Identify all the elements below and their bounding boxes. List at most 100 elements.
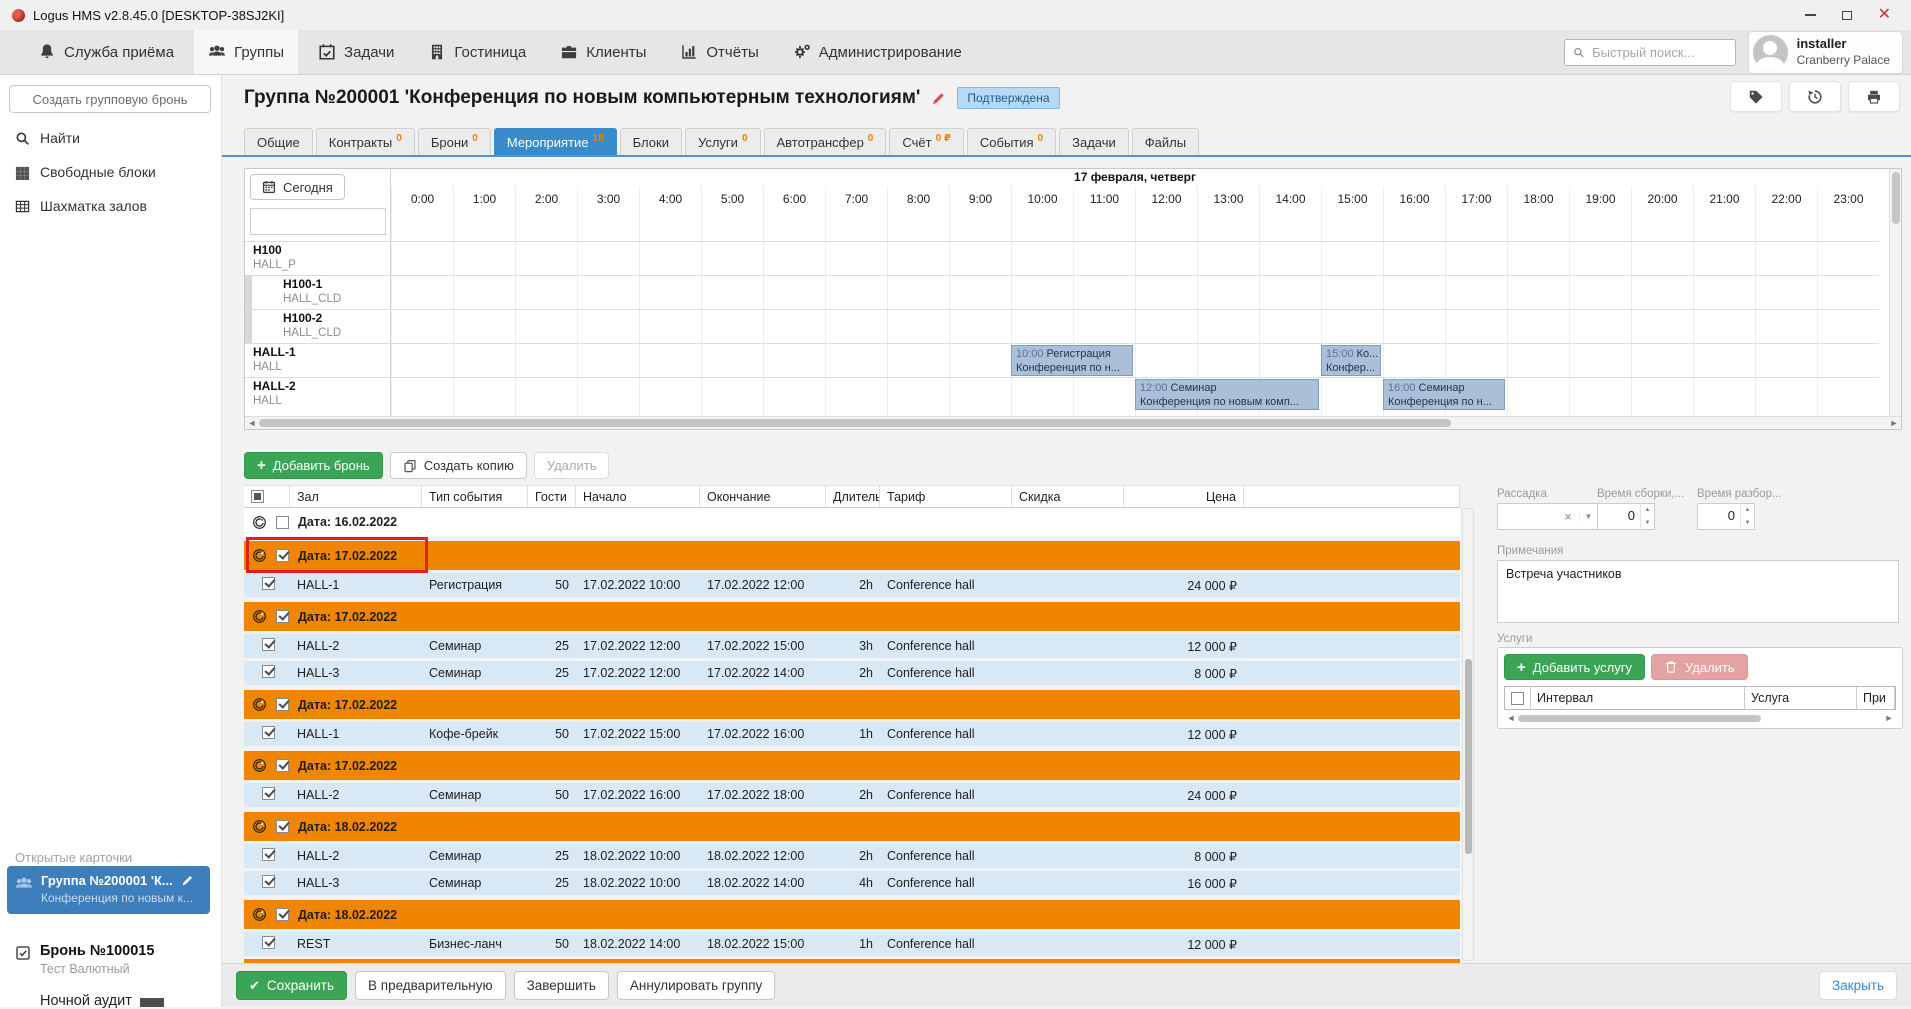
scrollbar-thumb[interactable] (1518, 715, 1761, 722)
timeline-filter-input[interactable] (250, 208, 386, 235)
user-card[interactable]: installer Cranberry Palace (1748, 31, 1903, 74)
delete-service-button[interactable]: Удалить (1651, 654, 1748, 680)
tab-10[interactable]: Задачи (1059, 128, 1129, 156)
timeline-event-block[interactable]: 10:00РегистрацияКонференция по н... (1011, 345, 1133, 376)
date-group-row[interactable]: Дата: 17.02.2022 (244, 751, 1460, 780)
save-button[interactable]: ✔ Сохранить (236, 971, 347, 1000)
date-group-checkbox[interactable] (276, 516, 289, 529)
notes-field[interactable]: Встреча участников (1497, 560, 1899, 623)
booking-checkbox[interactable] (262, 665, 275, 678)
date-group-checkbox[interactable] (276, 759, 289, 772)
minimize-button[interactable] (1805, 14, 1816, 16)
date-group-row[interactable]: Дата: 18.02.2022 (244, 812, 1460, 841)
seating-select[interactable]: × ▼ (1497, 503, 1598, 530)
edit-pencil-icon[interactable] (181, 874, 194, 887)
services-horizontal-scrollbar[interactable]: ◄ ► (1504, 713, 1896, 723)
step-down-icon[interactable]: ▼ (1741, 517, 1754, 530)
booking-row[interactable]: HALL-3Семинар2518.02.2022 10:0018.02.202… (244, 871, 1460, 895)
timeline-event-block[interactable]: 15:00Ко...Конфер... (1321, 345, 1381, 376)
booking-checkbox[interactable] (262, 936, 275, 949)
booking-row[interactable]: HALL-3Семинар2517.02.2022 12:0017.02.202… (244, 661, 1460, 685)
open-card-group[interactable]: Группа №200001 'К... Конференция по новы… (7, 866, 210, 914)
step-down-icon[interactable]: ▼ (1641, 517, 1654, 530)
date-group-row[interactable]: Дата: 16.02.2022 (244, 508, 1460, 536)
tab-9[interactable]: События0 (967, 128, 1056, 156)
nav-item-3[interactable]: Задачи (304, 30, 408, 74)
booking-row[interactable]: RESTБизнес-ланч5018.02.2022 14:0018.02.2… (244, 932, 1460, 956)
annul-group-button[interactable]: Аннулировать группу (617, 971, 775, 1000)
nav-item-4[interactable]: Гостиница (414, 30, 540, 74)
maximize-button[interactable] (1842, 11, 1852, 20)
open-card-booking[interactable]: Бронь №100015 Тест Валютный (15, 943, 154, 976)
booking-row[interactable]: HALL-1Кофе-брейк5017.02.2022 15:0017.02.… (244, 722, 1460, 746)
date-group-checkbox[interactable] (276, 820, 289, 833)
step-up-icon[interactable]: ▲ (1641, 504, 1654, 517)
scroll-left-icon[interactable]: ◄ (245, 417, 259, 429)
tab-4[interactable]: Мероприятие18 (494, 128, 617, 156)
collapse-circle-icon[interactable] (252, 819, 267, 834)
collapse-circle-icon[interactable] (252, 609, 267, 624)
finish-button[interactable]: Завершить (514, 971, 609, 1000)
tab-6[interactable]: Услуги0 (685, 128, 761, 156)
tab-5[interactable]: Блоки (620, 128, 682, 156)
nav-item-7[interactable]: Администрирование (779, 30, 976, 74)
date-group-row[interactable]: Дата: 17.02.2022 (244, 541, 1460, 570)
quick-search[interactable] (1564, 39, 1736, 66)
sidebar-item-2[interactable]: Свободные блоки (0, 155, 221, 189)
sidebar-item-1[interactable]: Найти (0, 121, 221, 155)
collapse-circle-icon[interactable] (252, 548, 267, 563)
date-group-row[interactable]: Дата: 17.02.2022 (244, 602, 1460, 631)
add-booking-button[interactable]: + Добавить бронь (244, 452, 383, 479)
tab-3[interactable]: Брони0 (418, 128, 491, 156)
setup-time-value[interactable]: 0 (1598, 504, 1640, 529)
chevron-down-icon[interactable]: ▼ (1579, 512, 1597, 521)
booking-checkbox[interactable] (262, 577, 275, 590)
teardown-time-value[interactable]: 0 (1698, 504, 1740, 529)
collapse-circle-icon[interactable] (252, 907, 267, 922)
date-group-checkbox[interactable] (276, 698, 289, 711)
booking-checkbox[interactable] (262, 638, 275, 651)
booking-checkbox[interactable] (262, 787, 275, 800)
today-button[interactable]: Сегодня (250, 174, 345, 200)
step-up-icon[interactable]: ▲ (1741, 504, 1754, 517)
to-preliminary-button[interactable]: В предварительную (355, 971, 506, 1000)
select-all-checkbox[interactable] (251, 490, 264, 503)
table-vertical-scrollbar[interactable] (1462, 508, 1474, 961)
booking-row[interactable]: HALL-2Семинар2517.02.2022 12:0017.02.202… (244, 634, 1460, 658)
delete-button[interactable]: Удалить (534, 452, 610, 479)
tab-2[interactable]: Контракты0 (316, 128, 415, 156)
nav-item-2[interactable]: Группы (194, 30, 298, 74)
date-group-row[interactable]: Дата: 18.02.2022 (244, 900, 1460, 929)
nav-item-6[interactable]: Отчёты (666, 30, 772, 74)
booking-checkbox[interactable] (262, 848, 275, 861)
scroll-right-icon[interactable]: ► (1882, 712, 1896, 724)
tab-8[interactable]: Счёт0 ₽ (889, 128, 964, 156)
create-copy-button[interactable]: Создать копию (390, 452, 527, 479)
date-group-checkbox[interactable] (276, 610, 289, 623)
scrollbar-thumb[interactable] (1465, 659, 1472, 854)
tab-1[interactable]: Общие (244, 128, 313, 156)
booking-row[interactable]: HALL-2Семинар5017.02.2022 16:0017.02.202… (244, 783, 1460, 807)
date-group-checkbox[interactable] (276, 908, 289, 921)
clear-icon[interactable]: × (1557, 509, 1579, 524)
sidebar-item-3[interactable]: Шахматка залов (0, 189, 221, 223)
timeline-event-block[interactable]: 12:00СеминарКонференция по новым комп... (1135, 379, 1319, 410)
add-service-button[interactable]: + Добавить услугу (1504, 654, 1645, 680)
tab-11[interactable]: Файлы (1132, 128, 1199, 156)
nav-item-1[interactable]: Служба приёма (24, 30, 188, 74)
quick-search-input[interactable] (1590, 44, 1727, 61)
service-select-all-checkbox[interactable] (1511, 692, 1524, 705)
scroll-left-icon[interactable]: ◄ (1504, 712, 1518, 724)
setup-time-stepper[interactable]: 0 ▲▼ (1597, 503, 1655, 530)
booking-checkbox[interactable] (262, 726, 275, 739)
tab-7[interactable]: Автотрансфер0 (764, 128, 887, 156)
booking-row[interactable]: HALL-1Регистрация5017.02.2022 10:0017.02… (244, 573, 1460, 597)
nav-item-5[interactable]: Клиенты (546, 30, 660, 74)
edit-title-pencil-icon[interactable] (931, 91, 946, 106)
booking-row[interactable]: HALL-2Семинар2518.02.2022 10:0018.02.202… (244, 844, 1460, 868)
create-group-booking-button[interactable]: Создать групповую бронь (9, 85, 211, 113)
scrollbar-thumb[interactable] (259, 419, 1451, 427)
collapse-circle-icon[interactable] (252, 758, 267, 773)
date-group-checkbox[interactable] (276, 549, 289, 562)
collapse-circle-icon[interactable] (252, 515, 267, 530)
